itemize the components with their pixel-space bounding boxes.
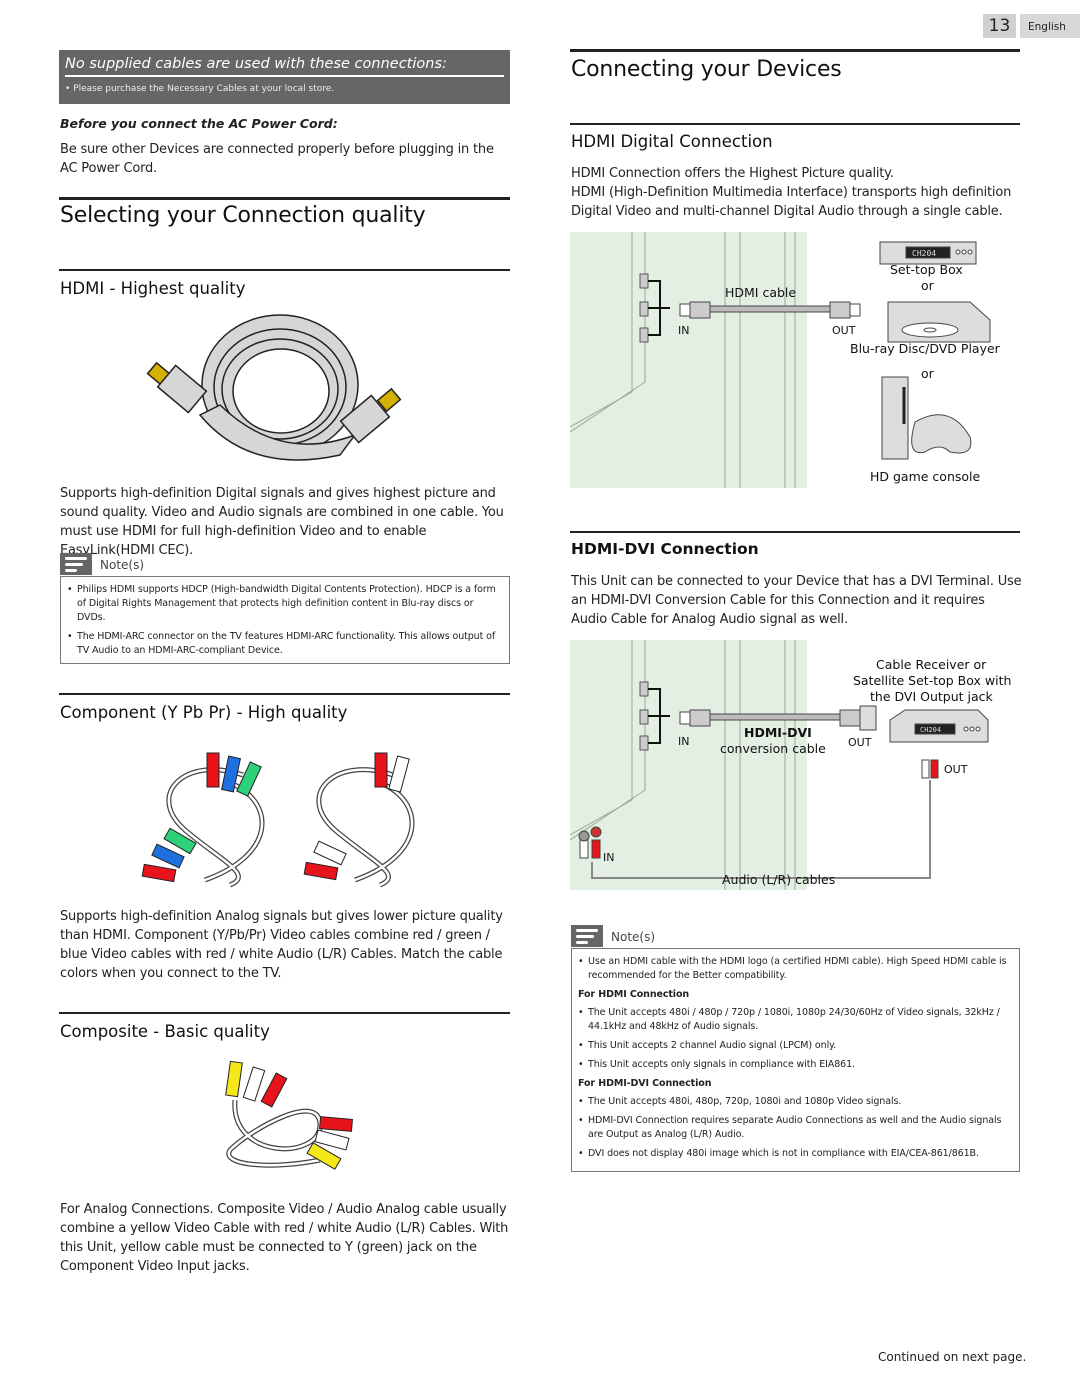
- note-item: Use an HDMI cable with the HDMI logo (a …: [578, 955, 1013, 983]
- note-item: HDMI-DVI Connection requires separate Au…: [578, 1114, 1013, 1142]
- device-label-3: the DVI Output jack: [870, 689, 993, 704]
- before-text: Be sure other Devices are connected prop…: [60, 142, 494, 176]
- before-heading: Before you connect the AC Power Cord:: [60, 116, 338, 131]
- audio-out-label: OUT: [944, 763, 968, 776]
- hdmi-dvi-connection-diagram: CH204 Cable Receiver or Satellite Set-to…: [570, 640, 1020, 895]
- rca-plug-white: [242, 1066, 266, 1102]
- notice-underline: [65, 75, 504, 77]
- hdmi-cable-label: HDMI cable: [725, 285, 797, 300]
- device-label-1: Cable Receiver or: [876, 657, 987, 672]
- audio-cable: [591, 780, 931, 879]
- notice-title: No supplied cables are used with these c…: [65, 56, 447, 72]
- page-number: 13: [983, 14, 1016, 38]
- notes-icon: [60, 553, 92, 575]
- game-console-label: HD game console: [870, 469, 981, 484]
- rca-plug-red: [141, 863, 177, 883]
- section-title-devices: Connecting your Devices: [571, 57, 842, 82]
- note-item: Philips HDMI supports HDCP (High-bandwid…: [67, 583, 503, 625]
- continued-footer: Continued on next page.: [878, 1350, 1027, 1364]
- divider: [570, 49, 1020, 52]
- rca-plug-red: [303, 861, 339, 881]
- hdmi-dvi-heading: HDMI-DVI Connection: [571, 540, 759, 558]
- composite-cable-illustration: [225, 1060, 354, 1170]
- component-description: Supports high-definition Analog signals …: [60, 909, 503, 981]
- hdmi-digital-heading: HDMI Digital Connection: [571, 132, 773, 151]
- note-item: The Unit accepts 480i / 480p / 720p / 10…: [578, 1006, 1013, 1034]
- rca-plug-red: [260, 1072, 288, 1108]
- note-item: The HDMI-ARC connector on the TV feature…: [67, 630, 503, 658]
- notes-label: Note(s): [611, 930, 656, 944]
- component-cable-illustration: [141, 752, 415, 888]
- hdmi-dvi-text: This Unit can be connected to your Devic…: [571, 574, 1022, 627]
- hdmi-cable-illustration: [146, 314, 402, 461]
- divider: [570, 531, 1020, 533]
- audio-in-label: IN: [603, 851, 615, 864]
- note-item: DVI does not display 480i image which is…: [578, 1147, 1013, 1161]
- hdmi-digital-text: HDMI Connection offers the Highest Pictu…: [571, 166, 1012, 219]
- note-item: This Unit accepts only signals in compli…: [578, 1058, 1013, 1072]
- or-label: or: [921, 278, 934, 293]
- device-label-2: Satellite Set-top Box with: [853, 673, 1012, 688]
- hdmi-heading: HDMI - Highest quality: [60, 279, 246, 298]
- audio-cable-label: Audio (L/R) cables: [722, 872, 836, 887]
- audio-out-plugs: [921, 759, 939, 779]
- divider: [59, 197, 510, 200]
- hdmi-ports: [639, 273, 649, 343]
- hdmi-description: Supports high-definition Digital signals…: [60, 486, 504, 558]
- divider: [59, 1012, 510, 1014]
- set-top-box-label: Set-top Box: [890, 262, 963, 277]
- rca-plug-red: [206, 752, 220, 788]
- notice-bullet: • Please purchase the Necessary Cables a…: [65, 84, 335, 94]
- rca-plug-yellow: [225, 1060, 243, 1098]
- note-item: The Unit accepts 480i, 480p, 720p, 1080i…: [578, 1095, 1013, 1109]
- divider: [570, 123, 1020, 125]
- out-label: OUT: [848, 736, 872, 749]
- blu-ray-player-icon: [887, 301, 991, 343]
- blu-ray-label: Blu-ray Disc/DVD Player: [850, 341, 1000, 356]
- hdmi-connection-diagram: CH204 HDMI cable IN OUT Set-top Box or B…: [570, 232, 1020, 490]
- notes-icon: [571, 925, 603, 947]
- composite-heading: Composite - Basic quality: [60, 1022, 270, 1041]
- rca-plug-green: [236, 761, 262, 797]
- notes-header: Note(s): [571, 925, 1020, 947]
- conversion-cable-label: conversion cable: [720, 741, 826, 756]
- notes-header: Note(s): [60, 553, 510, 575]
- svg-text:CH204: CH204: [912, 249, 936, 258]
- notes-subheading-hdmi: For HDMI Connection: [578, 989, 690, 1000]
- notice-box: No supplied cables are used with these c…: [59, 50, 510, 104]
- in-label: IN: [678, 735, 690, 748]
- or-label: or: [921, 366, 934, 381]
- connection-notes-box: Use an HDMI cable with the HDMI logo (a …: [571, 948, 1020, 1172]
- language-tab: English: [1020, 14, 1080, 38]
- notes-subheading-dvi: For HDMI-DVI Connection: [578, 1078, 712, 1089]
- game-console-icon: [881, 376, 972, 460]
- notes-label: Note(s): [100, 558, 145, 572]
- rca-plug-red: [318, 1116, 354, 1132]
- composite-description: For Analog Connections. Composite Video …: [60, 1202, 509, 1274]
- hdmi-plug-left: [146, 361, 208, 414]
- divider: [59, 693, 510, 695]
- component-heading: Component (Y Pb Pr) - High quality: [60, 703, 348, 722]
- rca-plug-white: [313, 840, 347, 866]
- section-title-quality: Selecting your Connection quality: [60, 203, 426, 228]
- audio-in-plugs: [578, 826, 602, 859]
- in-label: IN: [678, 324, 690, 337]
- hdmi-notes-box: Philips HDMI supports HDCP (High-bandwid…: [60, 576, 510, 664]
- hdmi-cable: [679, 301, 861, 319]
- hdmi-dvi-cable-label: HDMI-DVI: [744, 725, 812, 740]
- note-item: This Unit accepts 2 channel Audio signal…: [578, 1039, 1013, 1053]
- rca-plug-red: [374, 752, 388, 788]
- out-label: OUT: [832, 324, 856, 337]
- svg-text:CH204: CH204: [920, 726, 941, 734]
- divider: [59, 269, 510, 271]
